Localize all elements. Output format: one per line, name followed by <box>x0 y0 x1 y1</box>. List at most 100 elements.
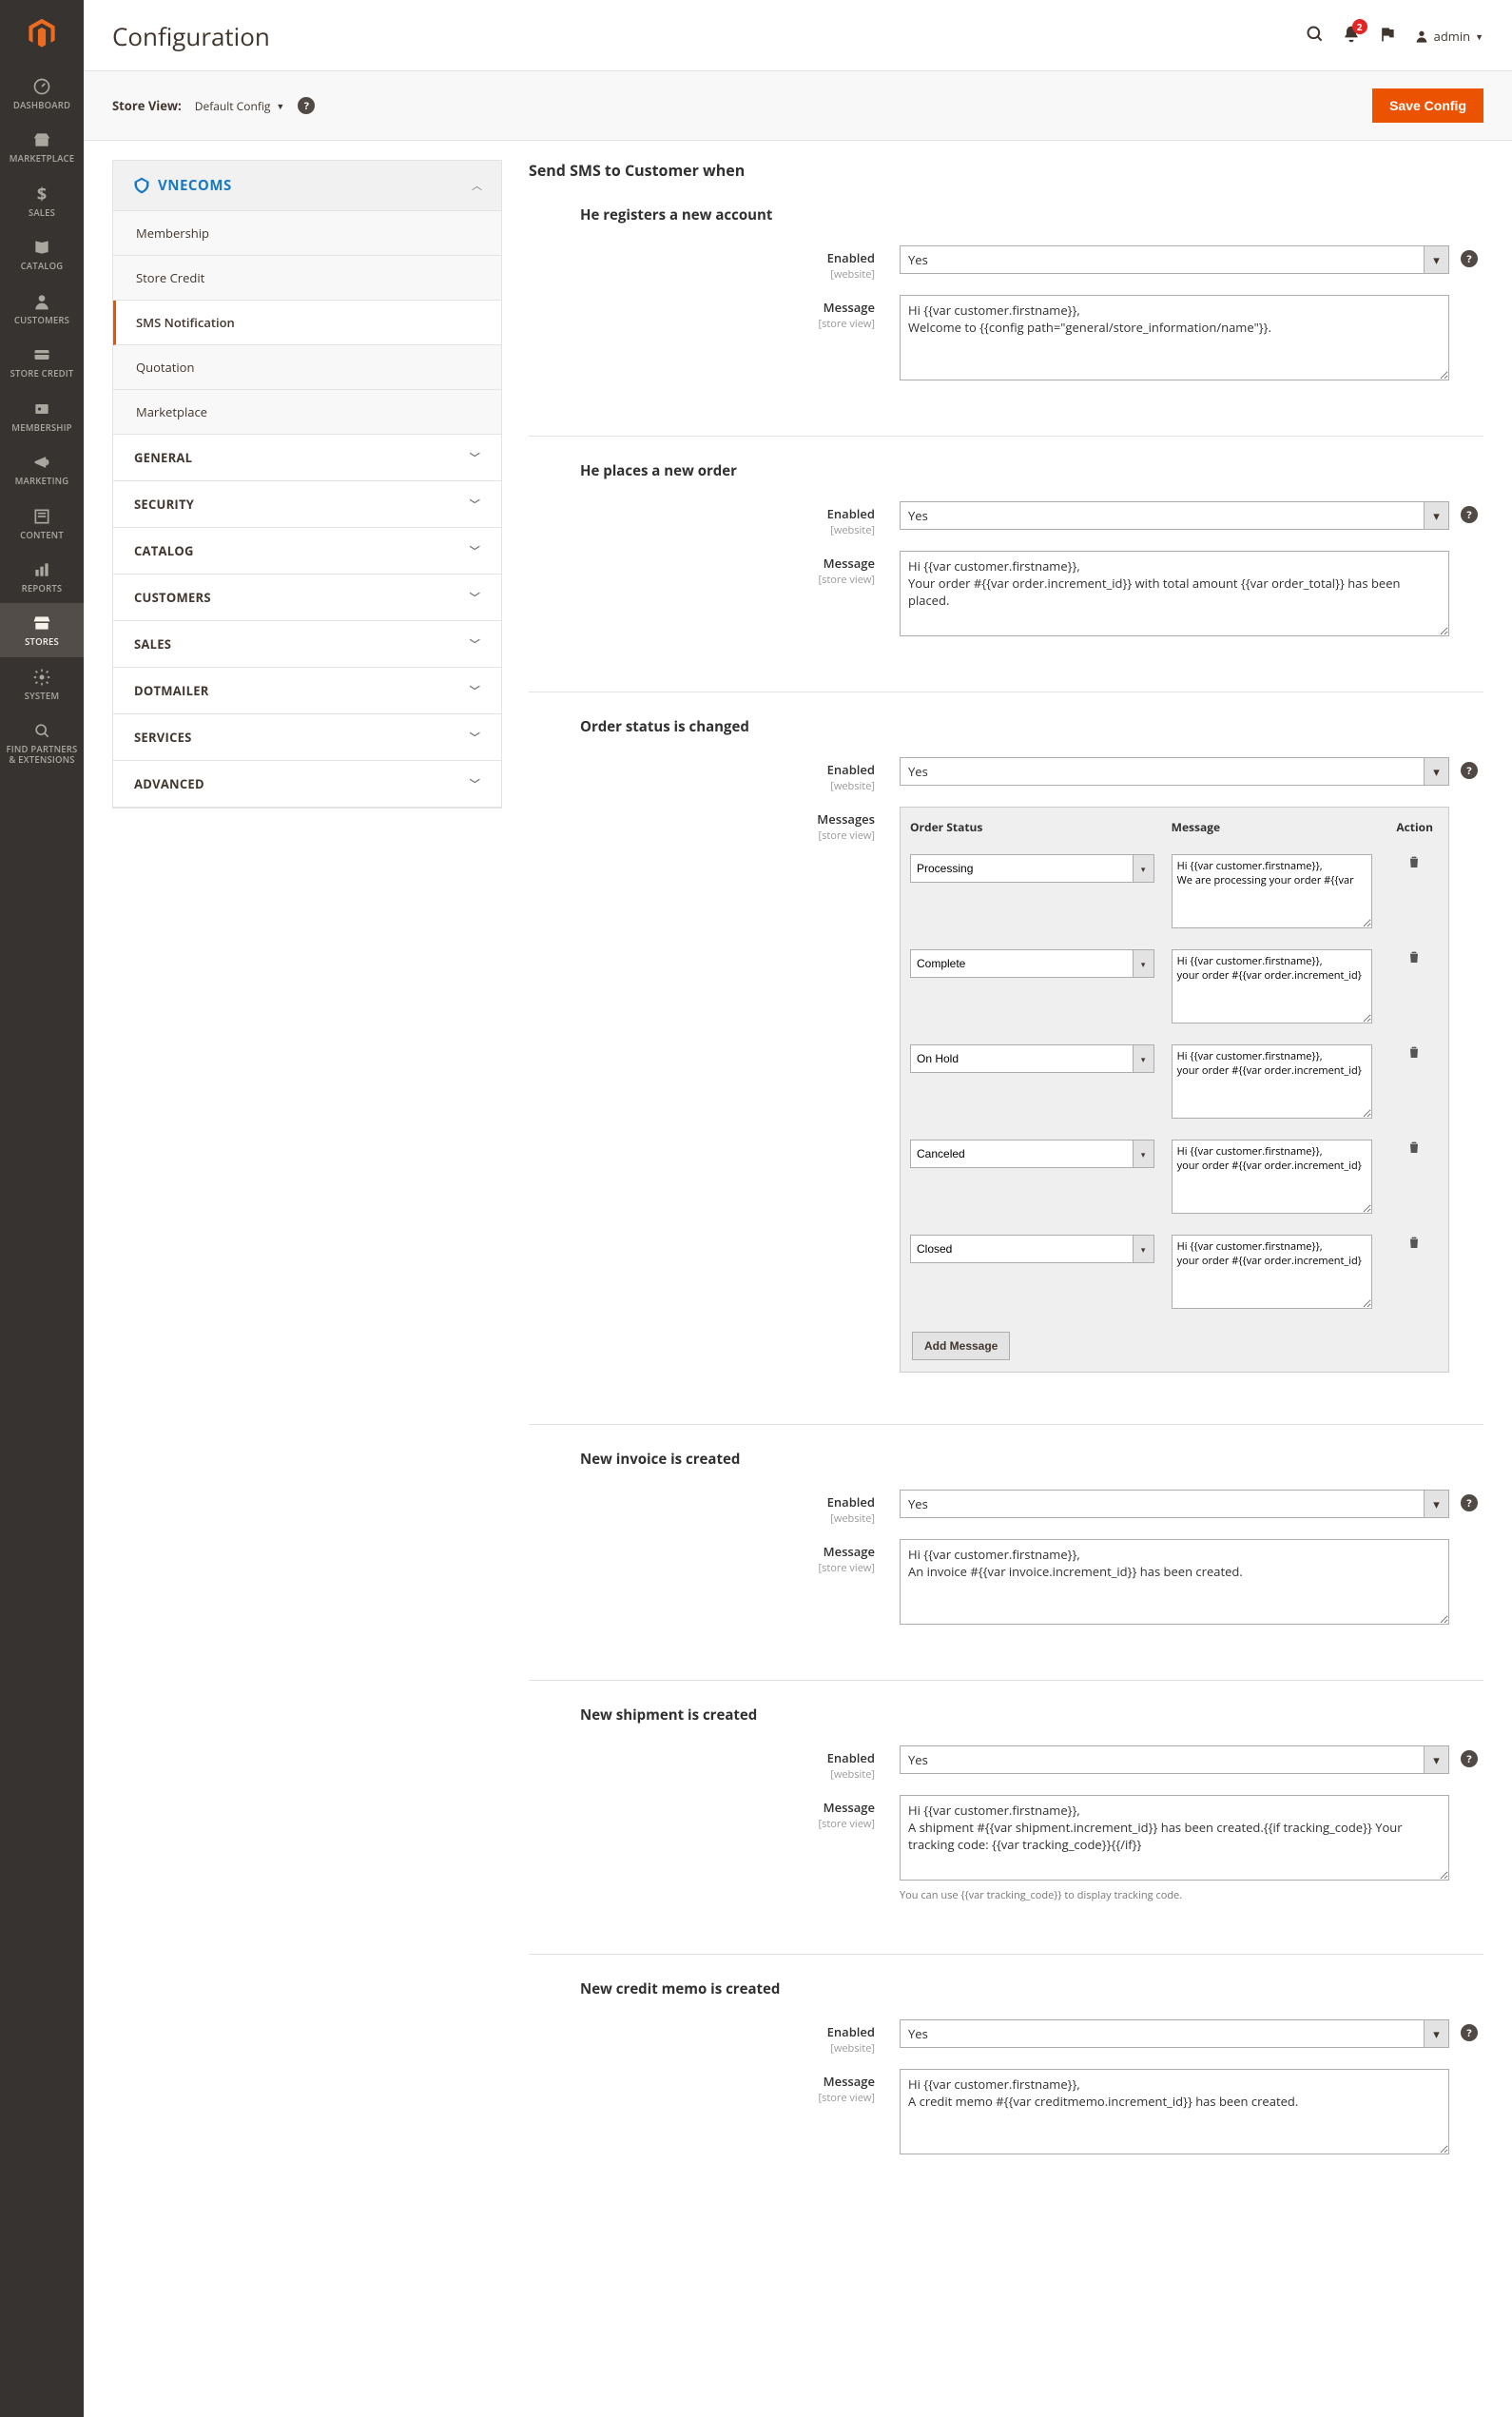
menu-item-system[interactable]: SYSTEM <box>0 657 84 711</box>
order-message-textarea[interactable] <box>900 551 1449 636</box>
status-select[interactable]: Closed <box>910 1235 1154 1263</box>
chevron-down-icon: ﹀ <box>470 497 480 512</box>
delete-row-button[interactable] <box>1406 1237 1422 1254</box>
delete-row-button[interactable] <box>1406 1141 1422 1159</box>
vnecoms-logo: VNECOMS <box>132 176 232 195</box>
status-message-textarea[interactable]: Hi {{var customer.firstname}}, We are pr… <box>1172 854 1372 928</box>
shipment-enabled-select[interactable]: Yes <box>900 1745 1449 1774</box>
admin-user-menu[interactable]: admin▼ <box>1414 28 1483 45</box>
fieldset-title-register: He registers a new account <box>529 200 1483 245</box>
chevron-up-icon: ︿ <box>472 178 482 193</box>
chevron-down-icon: ﹀ <box>470 590 480 605</box>
search-icon[interactable] <box>1306 25 1325 48</box>
status-message-row: On Hold▾Hi {{var customer.firstname}}, y… <box>902 1037 1446 1130</box>
status-select[interactable]: Complete <box>910 949 1154 978</box>
config-nav-item[interactable]: Store Credit <box>113 256 501 301</box>
menu-item-storecredit[interactable]: STORE CREDIT <box>0 335 84 388</box>
menu-item-marketplace[interactable]: MARKETPLACE <box>0 120 84 173</box>
config-nav-section[interactable]: ADVANCED﹀ <box>113 761 501 808</box>
form-section-heading: Send SMS to Customer when <box>529 160 1483 200</box>
status-message-textarea[interactable]: Hi {{var customer.firstname}}, your orde… <box>1172 1044 1372 1119</box>
menu-item-reports[interactable]: REPORTS <box>0 550 84 603</box>
status-select[interactable]: Processing <box>910 854 1154 883</box>
fieldset-title-creditmemo: New credit memo is created <box>529 1955 1483 2019</box>
help-icon[interactable]: ? <box>1461 250 1478 267</box>
add-message-button[interactable]: Add Message <box>912 1332 1010 1360</box>
fieldset-title-order: He places a new order <box>529 437 1483 501</box>
invoice-enabled-select[interactable]: Yes <box>900 1490 1449 1518</box>
config-nav-item[interactable]: SMS Notification <box>113 301 501 345</box>
help-icon[interactable]: ? <box>1461 762 1478 779</box>
menu-item-marketing[interactable]: MARKETING <box>0 442 84 496</box>
help-icon[interactable]: ? <box>1461 1494 1478 1511</box>
invoice-message-textarea[interactable] <box>900 1539 1449 1625</box>
dashboard-icon <box>32 76 51 97</box>
help-icon[interactable]: ? <box>1461 1750 1478 1767</box>
content-icon <box>32 506 51 527</box>
config-nav-item[interactable]: Marketplace <box>113 390 501 435</box>
register-message-textarea[interactable] <box>900 295 1449 380</box>
status-select[interactable]: On Hold <box>910 1044 1154 1073</box>
menu-item-sales[interactable]: $SALES <box>0 174 84 227</box>
config-tab-group-vnecoms[interactable]: VNECOMS ︿ <box>113 161 501 211</box>
save-config-button[interactable]: Save Config <box>1372 88 1483 123</box>
sales-icon: $ <box>37 184 47 205</box>
chevron-down-icon: ﹀ <box>470 636 480 652</box>
menu-item-partners[interactable]: FIND PARTNERS & EXTENSIONS <box>0 711 84 774</box>
config-nav-item[interactable]: Membership <box>113 211 501 256</box>
status-message-textarea[interactable]: Hi {{var customer.firstname}}, your orde… <box>1172 1235 1372 1309</box>
customers-icon <box>32 291 51 312</box>
menu-item-dashboard[interactable]: DASHBOARD <box>0 67 84 120</box>
chevron-down-icon: ﹀ <box>470 776 480 791</box>
flag-icon[interactable] <box>1378 25 1397 48</box>
status-message-textarea[interactable]: Hi {{var customer.firstname}}, your orde… <box>1172 949 1372 1023</box>
reports-icon <box>32 559 51 580</box>
system-icon <box>32 667 51 688</box>
partners-icon <box>32 720 51 741</box>
shipment-message-textarea[interactable] <box>900 1795 1449 1881</box>
chevron-down-icon: ﹀ <box>470 450 480 465</box>
menu-item-catalog[interactable]: CATALOG <box>0 227 84 281</box>
shipment-note: You can use {{var tracking_code}} to dis… <box>900 1888 1449 1902</box>
status-select[interactable]: Canceled <box>910 1140 1154 1168</box>
config-nav-section[interactable]: CATALOG﹀ <box>113 528 501 575</box>
status-message-row: Closed▾Hi {{var customer.firstname}}, yo… <box>902 1227 1446 1320</box>
status-message-row: Complete▾Hi {{var customer.firstname}}, … <box>902 942 1446 1035</box>
notif-count: 2 <box>1352 19 1367 34</box>
order-status-messages-table: Order Status Message Action Processing▾H… <box>900 807 1449 1373</box>
admin-sidebar: DASHBOARDMARKETPLACE$SALESCATALOGCUSTOME… <box>0 0 84 2417</box>
config-nav-section[interactable]: SERVICES﹀ <box>113 714 501 761</box>
status-message-row: Canceled▾Hi {{var customer.firstname}}, … <box>902 1132 1446 1225</box>
config-nav-section[interactable]: GENERAL﹀ <box>113 435 501 481</box>
store-view-switcher[interactable]: Default Config▼ <box>195 98 285 114</box>
magento-logo[interactable] <box>0 0 84 67</box>
stores-icon <box>32 613 51 633</box>
config-nav-section[interactable]: SECURITY﹀ <box>113 481 501 528</box>
help-icon[interactable]: ? <box>1461 506 1478 523</box>
notifications-icon[interactable]: 2 <box>1342 25 1361 48</box>
status-enabled-select[interactable]: Yes <box>900 757 1449 786</box>
register-enabled-select[interactable]: Yes <box>900 245 1449 274</box>
delete-row-button[interactable] <box>1406 1046 1422 1063</box>
menu-item-content[interactable]: CONTENT <box>0 497 84 550</box>
creditmemo-message-textarea[interactable] <box>900 2069 1449 2154</box>
delete-row-button[interactable] <box>1406 951 1422 968</box>
fieldset-title-invoice: New invoice is created <box>529 1425 1483 1490</box>
order-enabled-select[interactable]: Yes <box>900 501 1449 530</box>
status-message-textarea[interactable]: Hi {{var customer.firstname}}, your orde… <box>1172 1140 1372 1214</box>
config-nav-section[interactable]: DOTMAILER﹀ <box>113 668 501 714</box>
config-nav-section[interactable]: CUSTOMERS﹀ <box>113 575 501 621</box>
menu-item-customers[interactable]: CUSTOMERS <box>0 282 84 335</box>
creditmemo-enabled-select[interactable]: Yes <box>900 2019 1449 2048</box>
store-view-label: Store View: <box>112 97 182 114</box>
page-title: Configuration <box>112 19 270 53</box>
chevron-down-icon: ﹀ <box>470 543 480 558</box>
help-icon[interactable]: ? <box>1461 2024 1478 2041</box>
delete-row-button[interactable] <box>1406 856 1422 873</box>
menu-item-stores[interactable]: STORES <box>0 603 84 656</box>
config-nav-item[interactable]: Quotation <box>113 345 501 390</box>
store-view-help-icon[interactable]: ? <box>298 97 315 114</box>
menu-item-membership[interactable]: MEMBERSHIP <box>0 389 84 442</box>
config-nav-section[interactable]: SALES﹀ <box>113 621 501 668</box>
catalog-icon <box>32 237 51 258</box>
